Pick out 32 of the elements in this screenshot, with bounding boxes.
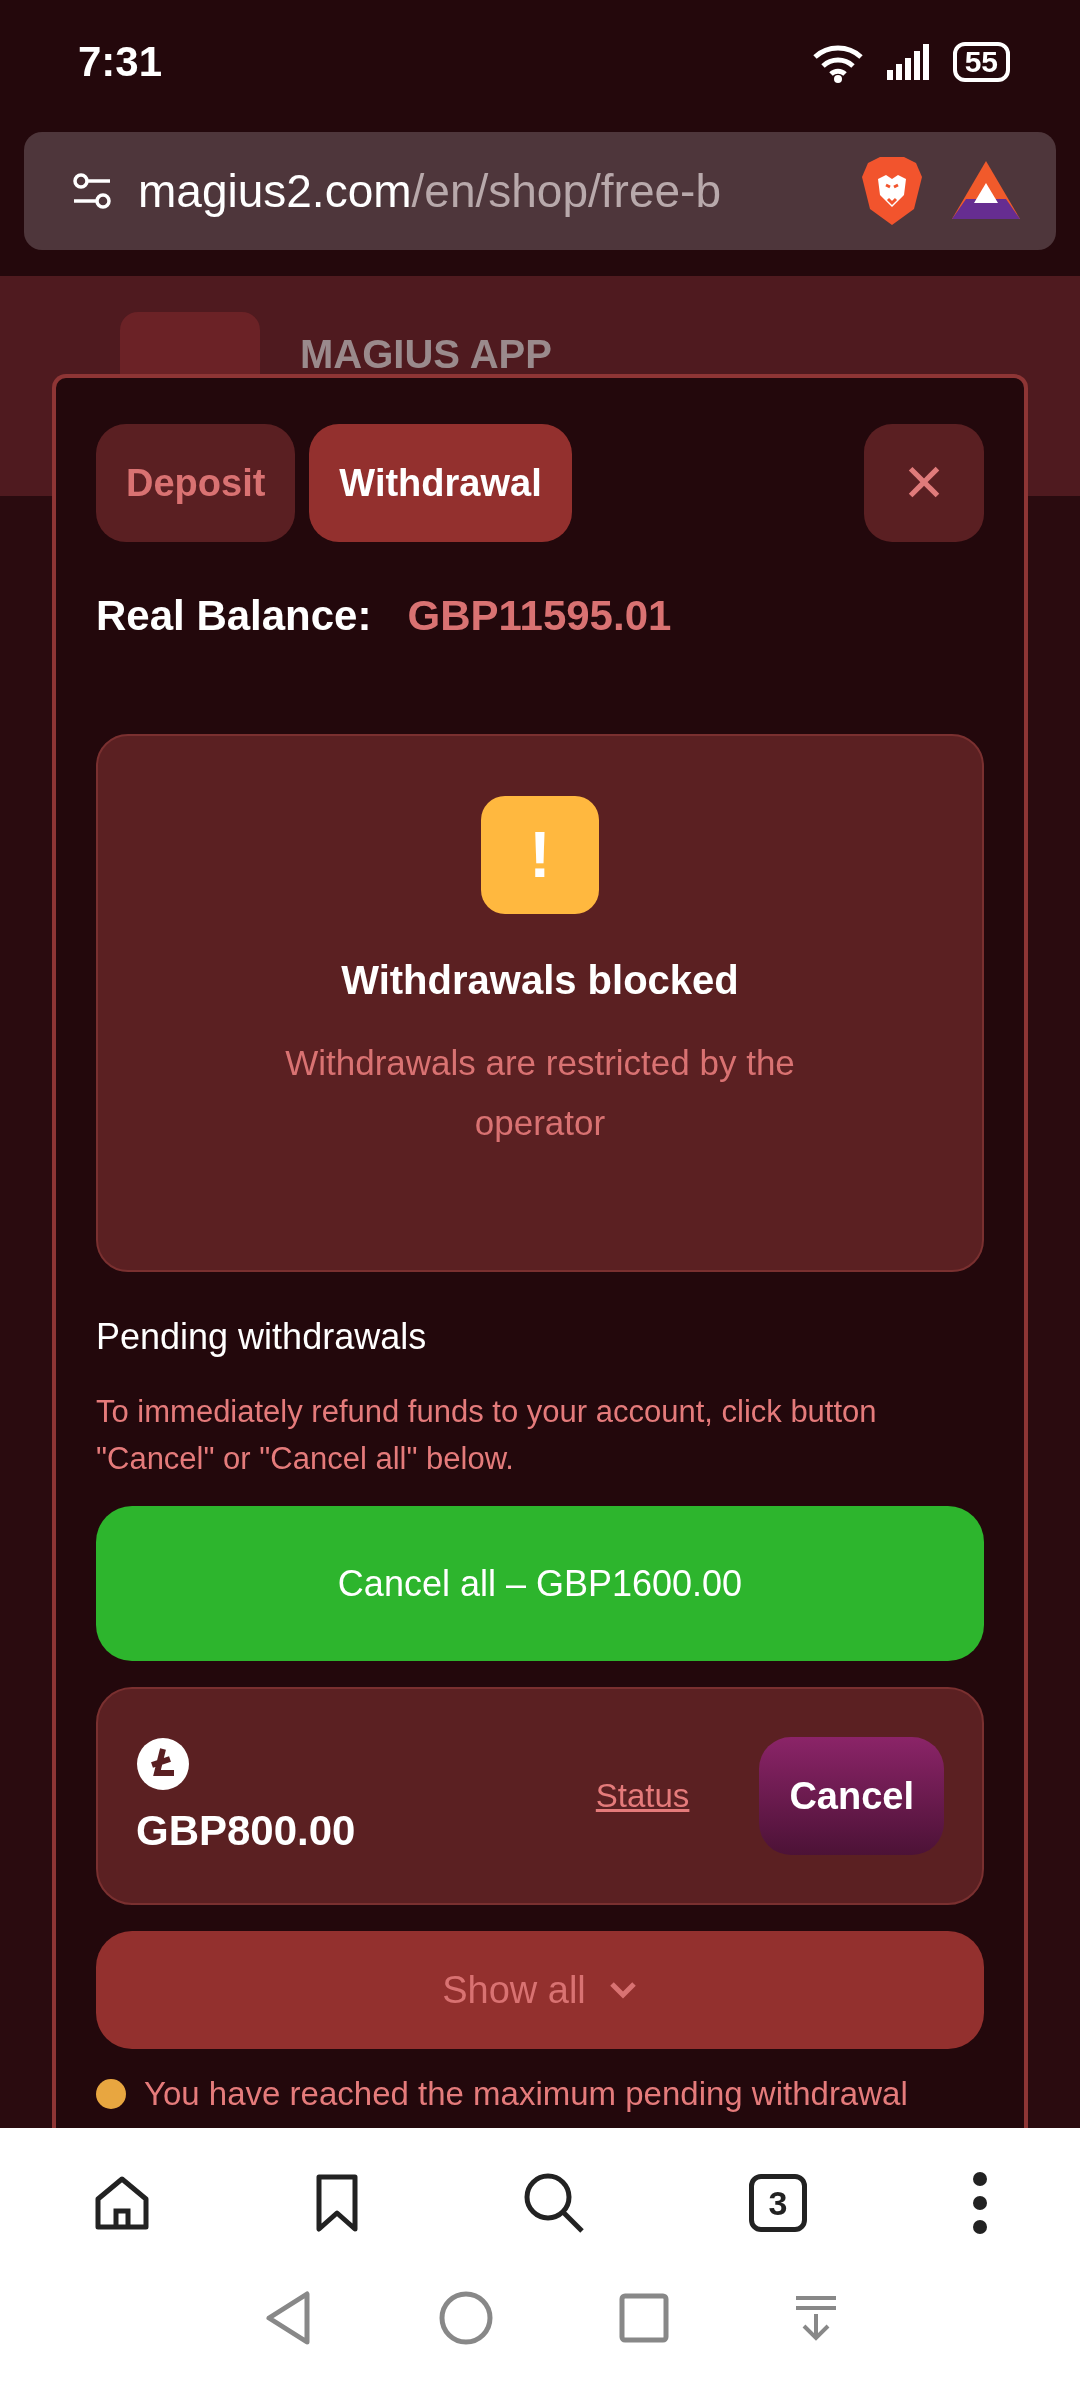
chevron-down-icon (607, 1980, 638, 2000)
close-button[interactable]: ✕ (864, 424, 984, 542)
address-bar[interactable]: magius2.com/en/shop/free-b (24, 132, 1056, 250)
warning-dot-icon (96, 2079, 126, 2109)
cancel-button[interactable]: Cancel (759, 1737, 944, 1855)
status-link[interactable]: Status (595, 1777, 690, 1815)
search-icon[interactable] (522, 2171, 586, 2235)
app-title: MAGIUS APP (300, 332, 552, 377)
notice-title: Withdrawals blocked (341, 958, 739, 1003)
tab[interactable]: Deposit (96, 424, 296, 542)
instruction-text: To immediately refund funds to your account, click button "Cancel" or "Cancel all" below. (96, 1393, 878, 1478)
url-text[interactable]: magius2.com/en/shop/free-b (138, 164, 834, 218)
status-time: 7:31 (78, 38, 163, 86)
more-icon[interactable] (970, 2171, 990, 2235)
balance-label: Real Balance: (96, 592, 372, 640)
lion-shield-icon[interactable] (860, 155, 924, 227)
limit-warning: You have reached the maximum pending withdrawal (144, 2075, 908, 2113)
battery-indicator: 55 (952, 42, 1010, 82)
signal-icon (886, 44, 931, 80)
bookmark-icon[interactable] (315, 2173, 359, 2233)
balance-value: GBP11595.01 (407, 592, 672, 640)
coin-icon (136, 1737, 190, 1791)
recents-icon[interactable] (618, 2293, 669, 2343)
notice-message: Withdrawals are restricted by the operator (284, 1042, 796, 1144)
collapse-icon[interactable] (793, 2294, 838, 2342)
tune-icon[interactable] (72, 171, 112, 211)
section-title: Pending withdrawals (96, 1316, 428, 1358)
withdrawal-amount: GBP800.00 (136, 1807, 356, 1855)
tabs-button[interactable]: 3 (749, 2174, 807, 2232)
warning-icon: ! (481, 796, 599, 914)
tab[interactable]: Withdrawal (309, 424, 572, 542)
home-circle-icon[interactable] (437, 2290, 494, 2346)
